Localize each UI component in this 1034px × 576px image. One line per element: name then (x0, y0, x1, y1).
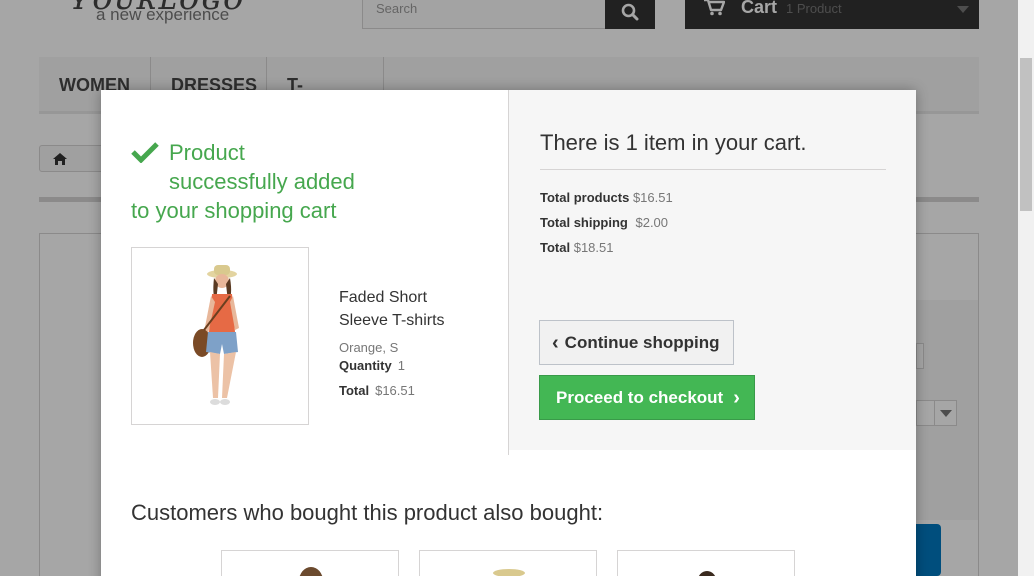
continue-shopping-button[interactable]: ‹ Continue shopping (539, 320, 734, 365)
chevron-left-icon: ‹ (552, 331, 559, 354)
product-total-label: Total (339, 383, 370, 398)
quantity-value: 1 (397, 358, 405, 373)
crossselling-product-2[interactable] (419, 550, 597, 576)
total-value: $18.51 (573, 240, 614, 255)
total-shipping-value: $2.00 (635, 215, 669, 230)
cart-confirmation-modal: Product successfully added to your shopp… (101, 90, 916, 576)
cart-summary-panel: There is 1 item in your cart. Total prod… (509, 90, 916, 450)
total-products-value: $16.51 (632, 190, 673, 205)
total-shipping-label: Total shipping (540, 215, 628, 230)
product-attributes: Orange, S (339, 340, 399, 355)
total-label: Total (540, 240, 571, 255)
quantity-label: Quantity (339, 358, 392, 373)
product-added-panel: Product successfully added to your shopp… (101, 90, 509, 455)
product-image (131, 247, 309, 425)
crossselling-product-1[interactable] (221, 550, 399, 576)
success-line-2: to your shopping cart (131, 198, 337, 223)
success-line-1: Product (169, 140, 245, 165)
proceed-to-checkout-button[interactable]: Proceed to checkout › (539, 375, 755, 420)
crossselling-title: Customers who bought this product also b… (131, 500, 604, 525)
total-products-row: Total products $16.51 (540, 190, 673, 205)
product-total: Total $16.51 (339, 383, 415, 398)
check-icon (131, 142, 159, 163)
chevron-right-icon: › (733, 386, 740, 409)
continue-shopping-label: Continue shopping (564, 332, 720, 352)
cart-heading: There is 1 item in your cart. (540, 130, 886, 170)
product-total-value: $16.51 (375, 383, 415, 398)
product-quantity: Quantity 1 (339, 358, 405, 373)
total-products-label: Total products (540, 190, 630, 205)
product-name: Faded Short Sleeve T-shirts (339, 289, 445, 329)
total-row: Total $18.51 (540, 240, 613, 255)
scrollbar-thumb[interactable] (1020, 58, 1032, 211)
checkout-label: Proceed to checkout (556, 387, 724, 407)
success-message: Product successfully added to your shopp… (131, 138, 391, 225)
total-shipping-row: Total shipping $2.00 (540, 215, 668, 230)
crossselling-product-3[interactable] (617, 550, 795, 576)
success-line-1b: successfully added (169, 169, 355, 194)
